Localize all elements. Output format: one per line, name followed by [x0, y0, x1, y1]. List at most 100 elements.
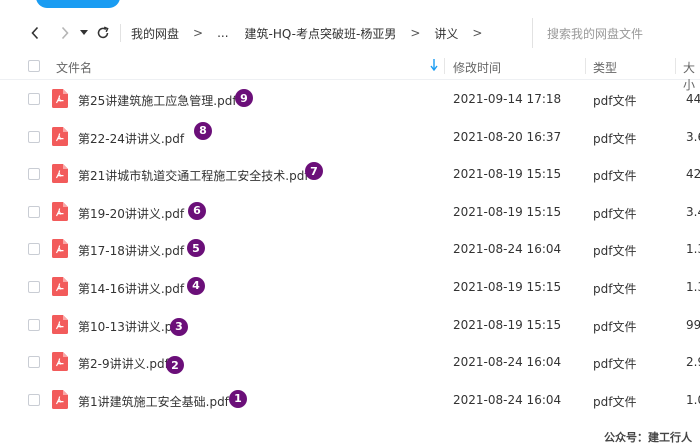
- pdf-file-icon: [52, 89, 68, 108]
- breadcrumb-root[interactable]: 我的网盘: [131, 25, 179, 42]
- file-modified: 2021-08-24 16:04: [453, 392, 562, 407]
- pdf-file-icon: [52, 276, 68, 296]
- file-type: pdf文件: [593, 394, 637, 409]
- file-row[interactable]: 第21讲城市轨道交通工程施工安全技术.pdf 7 2021-08-19 15:1…: [0, 155, 700, 193]
- pdf-file-icon: [52, 201, 68, 221]
- file-name[interactable]: 第10-13讲讲义.pdf: [78, 318, 184, 335]
- breadcrumb-ellipsis[interactable]: ...: [217, 26, 228, 40]
- order-badge: 3: [170, 317, 188, 336]
- file-row[interactable]: 第22-24讲讲义.pdf 8 2021-08-20 16:37 pdf文件 3…: [0, 118, 700, 156]
- order-badge: 2: [166, 356, 184, 375]
- column-divider[interactable]: [675, 58, 676, 74]
- file-row[interactable]: 第17-18讲讲义.pdf 5 2021-08-24 16:04 pdf文件 1…: [0, 230, 700, 268]
- file-type: pdf文件: [593, 244, 637, 259]
- refresh-icon: [97, 26, 109, 39]
- row-checkbox[interactable]: [28, 93, 40, 105]
- pdf-file-icon: [52, 126, 68, 146]
- file-row[interactable]: 第14-16讲讲义.pdf 4 2021-08-19 15:15 pdf文件 1…: [0, 268, 700, 306]
- row-checkbox[interactable]: [28, 318, 40, 331]
- order-badge: 9: [235, 89, 253, 107]
- file-name[interactable]: 第17-18讲讲义.pdf: [78, 242, 184, 259]
- select-all-checkbox[interactable]: [28, 60, 40, 72]
- file-modified: 2021-08-24 16:04: [453, 355, 562, 370]
- breadcrumb-separator: >: [472, 26, 483, 40]
- file-name[interactable]: 第1讲建筑施工安全基础.pdf: [78, 393, 229, 410]
- file-row[interactable]: 第19-20讲讲义.pdf 6 2021-08-19 15:15 pdf文件 3…: [0, 193, 700, 231]
- row-checkbox[interactable]: [28, 393, 40, 406]
- breadcrumb-separator: >: [193, 26, 204, 40]
- pdf-file-icon: [52, 352, 68, 372]
- file-size: 3.6: [686, 129, 700, 144]
- navigation-bar: 我的网盘 > ... 建筑-HQ-考点突破班-杨亚男 > 讲义 > 搜索我的网盘…: [0, 18, 700, 48]
- file-modified: 2021-08-24 16:04: [453, 242, 562, 257]
- upload-button-partial[interactable]: [36, 0, 120, 8]
- file-list-header: 文件名 修改时间 类型 大小: [0, 52, 700, 92]
- order-badge: 1: [229, 389, 247, 408]
- watermark: 公众号：建工行人: [604, 431, 692, 443]
- chevron-right-icon: [61, 26, 69, 40]
- chevron-left-icon: [31, 26, 39, 40]
- file-size: 99: [686, 317, 700, 332]
- pdf-file-icon: [52, 389, 68, 409]
- file-row[interactable]: 第2-9讲讲义.pdf 2 2021-08-24 16:04 pdf文件 2.9: [0, 343, 700, 381]
- file-list: 第25讲建筑施工应急管理.pdf 9 2021-09-14 17:18 pdf文…: [0, 80, 700, 418]
- column-header-type[interactable]: 类型: [593, 59, 617, 76]
- file-size: 1.3: [686, 242, 700, 257]
- refresh-button[interactable]: [92, 22, 114, 44]
- pdf-file-icon: [52, 314, 68, 334]
- order-badge: 7: [305, 162, 323, 181]
- history-dropdown-button[interactable]: [76, 22, 92, 44]
- sort-down-arrow-icon[interactable]: [430, 59, 438, 71]
- caret-down-icon: [80, 30, 88, 35]
- pdf-file-icon: [52, 239, 68, 259]
- file-modified: 2021-08-19 15:15: [453, 204, 562, 219]
- file-row[interactable]: 第1讲建筑施工安全基础.pdf 1 2021-08-24 16:04 pdf文件…: [0, 381, 700, 419]
- row-checkbox[interactable]: [28, 280, 40, 293]
- column-divider[interactable]: [444, 58, 445, 74]
- file-type: pdf文件: [593, 357, 637, 372]
- row-checkbox[interactable]: [28, 243, 40, 256]
- file-type: pdf文件: [593, 94, 637, 108]
- breadcrumb: 我的网盘 > ... 建筑-HQ-考点突破班-杨亚男 > 讲义 >: [131, 25, 496, 42]
- column-divider[interactable]: [585, 58, 586, 74]
- file-type: pdf文件: [593, 281, 637, 296]
- divider: [120, 24, 121, 42]
- file-name[interactable]: 第14-16讲讲义.pdf: [78, 280, 184, 297]
- file-type: pdf文件: [593, 319, 637, 334]
- order-badge: 6: [188, 201, 206, 220]
- search-input[interactable]: 搜索我的网盘文件: [532, 18, 700, 48]
- file-size: 44: [686, 92, 700, 106]
- pdf-file-icon: [52, 164, 68, 184]
- file-size: 1.0: [686, 392, 700, 407]
- column-header-name[interactable]: 文件名: [56, 59, 92, 76]
- file-name[interactable]: 第25讲建筑施工应急管理.pdf: [78, 92, 237, 109]
- breadcrumb-current[interactable]: 讲义: [434, 25, 458, 42]
- file-size: 1.3: [686, 279, 700, 294]
- order-badge: 8: [194, 121, 212, 140]
- back-button[interactable]: [24, 22, 46, 44]
- file-type: pdf文件: [593, 169, 637, 184]
- file-size: 2.9: [686, 355, 700, 370]
- file-size: 3.4: [686, 204, 700, 219]
- row-checkbox[interactable]: [28, 130, 40, 143]
- file-size: 42: [686, 167, 700, 182]
- file-name[interactable]: 第2-9讲讲义.pdf: [78, 355, 169, 372]
- file-modified: 2021-08-19 15:15: [453, 167, 562, 182]
- row-checkbox[interactable]: [28, 356, 40, 369]
- order-badge: 5: [187, 239, 205, 258]
- file-name[interactable]: 第21讲城市轨道交通工程施工安全技术.pdf: [78, 167, 309, 184]
- breadcrumb-separator: >: [410, 26, 421, 40]
- file-modified: 2021-08-19 15:15: [453, 317, 562, 332]
- file-type: pdf文件: [593, 131, 637, 146]
- row-checkbox[interactable]: [28, 168, 40, 181]
- file-row[interactable]: 第25讲建筑施工应急管理.pdf 9 2021-09-14 17:18 pdf文…: [0, 80, 700, 118]
- search-placeholder: 搜索我的网盘文件: [547, 26, 644, 41]
- breadcrumb-folder[interactable]: 建筑-HQ-考点突破班-杨亚男: [245, 25, 397, 42]
- file-name[interactable]: 第22-24讲讲义.pdf: [78, 130, 184, 147]
- file-row[interactable]: 第10-13讲讲义.pdf 3 2021-08-19 15:15 pdf文件 9…: [0, 306, 700, 344]
- row-checkbox[interactable]: [28, 205, 40, 218]
- file-name[interactable]: 第19-20讲讲义.pdf: [78, 205, 184, 222]
- column-header-modified[interactable]: 修改时间: [453, 59, 501, 76]
- forward-button[interactable]: [54, 22, 76, 44]
- file-modified: 2021-09-14 17:18: [453, 92, 562, 106]
